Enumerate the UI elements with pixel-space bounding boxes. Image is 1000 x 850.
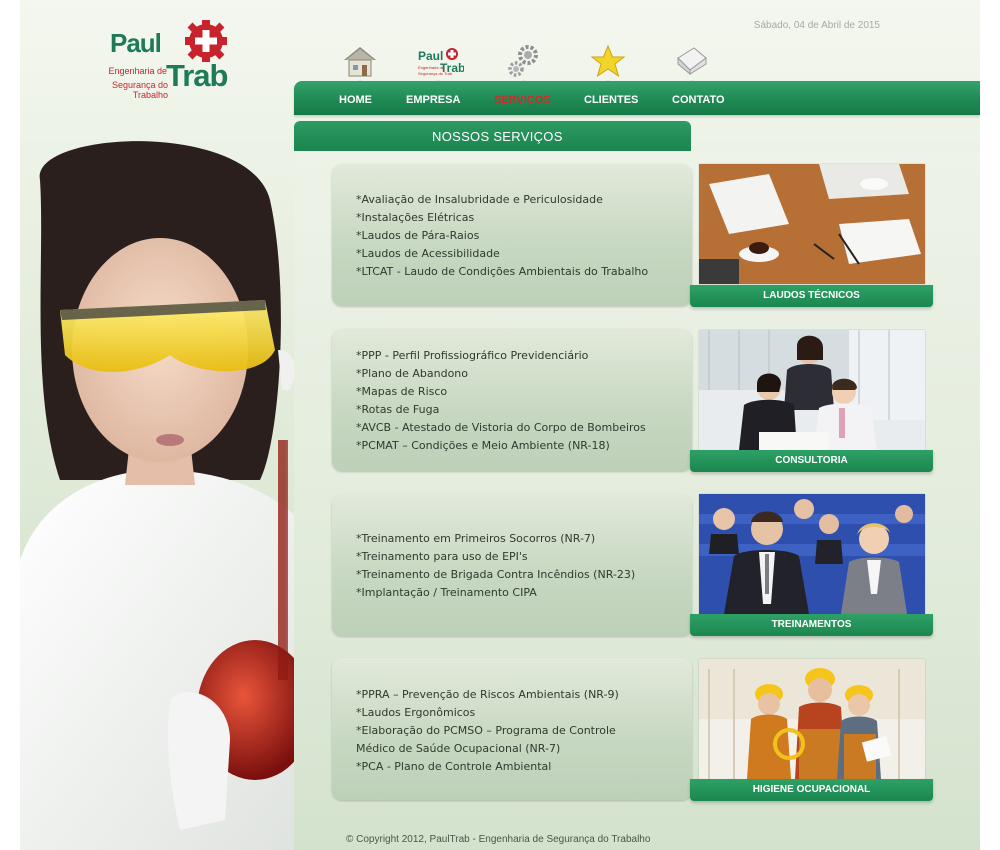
logo-cross-icon [185, 20, 227, 62]
logo-name-bottom: Trab [166, 58, 228, 93]
service-bar-laudos[interactable]: LAUDOS TÉCNICOS [690, 285, 933, 307]
logo-name-top: Paul [110, 28, 162, 58]
scientist-woman-photo [20, 141, 300, 850]
logo-subtitle-2: Segurança do Trabalho [111, 80, 168, 100]
list-item: *Elaboração do PCMSO – Programa de Contr… [356, 724, 616, 737]
list-item: Médico de Saúde Ocupacional (NR-7) [356, 742, 561, 755]
gears-icon[interactable] [504, 44, 544, 88]
list-item: *Treinamento de Brigada Contra Incêndios… [356, 568, 636, 581]
service-card-treinamentos: *Treinamento em Primeiros Socorros (NR-7… [332, 494, 692, 636]
page: Paul Trab Engenharia de Segurança do Tra… [20, 0, 980, 850]
list-item: *PCMAT – Condições e Meio Ambiente (NR-1… [356, 439, 610, 452]
list-item: *Plano de Abandono [356, 367, 469, 380]
list-item: *AVCB - Atestado de Vistoria do Corpo de… [356, 421, 646, 434]
svg-text:Engenharia de: Engenharia de [418, 65, 445, 70]
list-item: *Avaliação de Insalubridade e Periculosi… [356, 193, 603, 206]
main-nav: HOME EMPRESA SERVIÇOS CLIENTES CONTATO [294, 81, 980, 115]
service-card-higiene: *PPRA – Prevenção de Riscos Ambientais (… [332, 658, 692, 800]
business-meeting-photo[interactable] [699, 330, 925, 450]
service-bar-treinamentos[interactable]: TREINAMENTOS [690, 614, 933, 636]
list-item: *Rotas de Fuga [356, 403, 440, 416]
svg-text:Segurança do Trab.: Segurança do Trab. [418, 71, 453, 76]
section-header: NOSSOS SERVIÇOS [294, 121, 691, 151]
home-icon[interactable] [340, 44, 380, 88]
list-item: *PPRA – Prevenção de Riscos Ambientais (… [356, 688, 619, 701]
list-item: *Implantação / Treinamento CIPA [356, 586, 537, 599]
nav-contato[interactable]: CONTATO [672, 94, 725, 106]
list-item: *Treinamento em Primeiros Socorros (NR-7… [356, 532, 596, 545]
section-title: NOSSOS SERVIÇOS [432, 129, 563, 144]
service-card-consultoria: *PPP - Perfil Profissiográfico Previdenc… [332, 329, 692, 471]
service-bar-higiene[interactable]: HIGIENE OCUPACIONAL [690, 779, 933, 801]
star-icon[interactable] [588, 44, 628, 88]
nav-home[interactable]: HOME [339, 94, 372, 106]
logo-subtitle-1: Engenharia de [108, 66, 167, 76]
paultrab-logo-icon[interactable]: Paul Trab Engenharia de Segurança do Tra… [418, 44, 465, 88]
service-list: *PPP - Perfil Profissiográfico Previdenc… [356, 347, 646, 455]
list-item: *Treinamento para uso de EPI's [356, 550, 528, 563]
service-list: *Avaliação de Insalubridade e Periculosi… [356, 191, 648, 281]
services-panel: *Avaliação de Insalubridade e Periculosi… [294, 151, 980, 850]
nav-empresa[interactable]: EMPRESA [406, 94, 460, 106]
list-item: *Mapas de Risco [356, 385, 448, 398]
service-list: *PPRA – Prevenção de Riscos Ambientais (… [356, 686, 619, 776]
copyright-text: © Copyright 2012, PaulTrab - Engenharia … [346, 834, 651, 845]
list-item: *PCA - Plano de Controle Ambiental [356, 760, 552, 773]
list-item: *PPP - Perfil Profissiográfico Previdenc… [356, 349, 589, 362]
list-item: *LTCAT - Laudo de Condições Ambientais d… [356, 265, 649, 278]
list-item: *Laudos Ergonômicos [356, 706, 476, 719]
service-card-laudos: *Avaliação de Insalubridade e Periculosi… [332, 164, 692, 306]
nav-servicos[interactable]: SERVIÇOS [494, 94, 551, 106]
list-item: *Instalações Elétricas [356, 211, 475, 224]
construction-workers-photo[interactable] [699, 659, 925, 779]
current-date: Sábado, 04 de Abril de 2015 [753, 20, 880, 31]
envelope-icon[interactable] [672, 44, 712, 88]
office-desk-coffee-photo[interactable] [699, 164, 925, 284]
site-logo[interactable]: Paul Trab Engenharia de Segurança do Tra… [78, 18, 248, 100]
list-item: *Laudos de Acessibilidade [356, 247, 500, 260]
service-bar-consultoria[interactable]: CONSULTORIA [690, 450, 933, 472]
list-item: *Laudos de Pára-Raios [356, 229, 480, 242]
training-audience-photo[interactable] [699, 494, 925, 614]
nav-clientes[interactable]: CLIENTES [584, 94, 638, 106]
service-list: *Treinamento em Primeiros Socorros (NR-7… [356, 530, 635, 602]
